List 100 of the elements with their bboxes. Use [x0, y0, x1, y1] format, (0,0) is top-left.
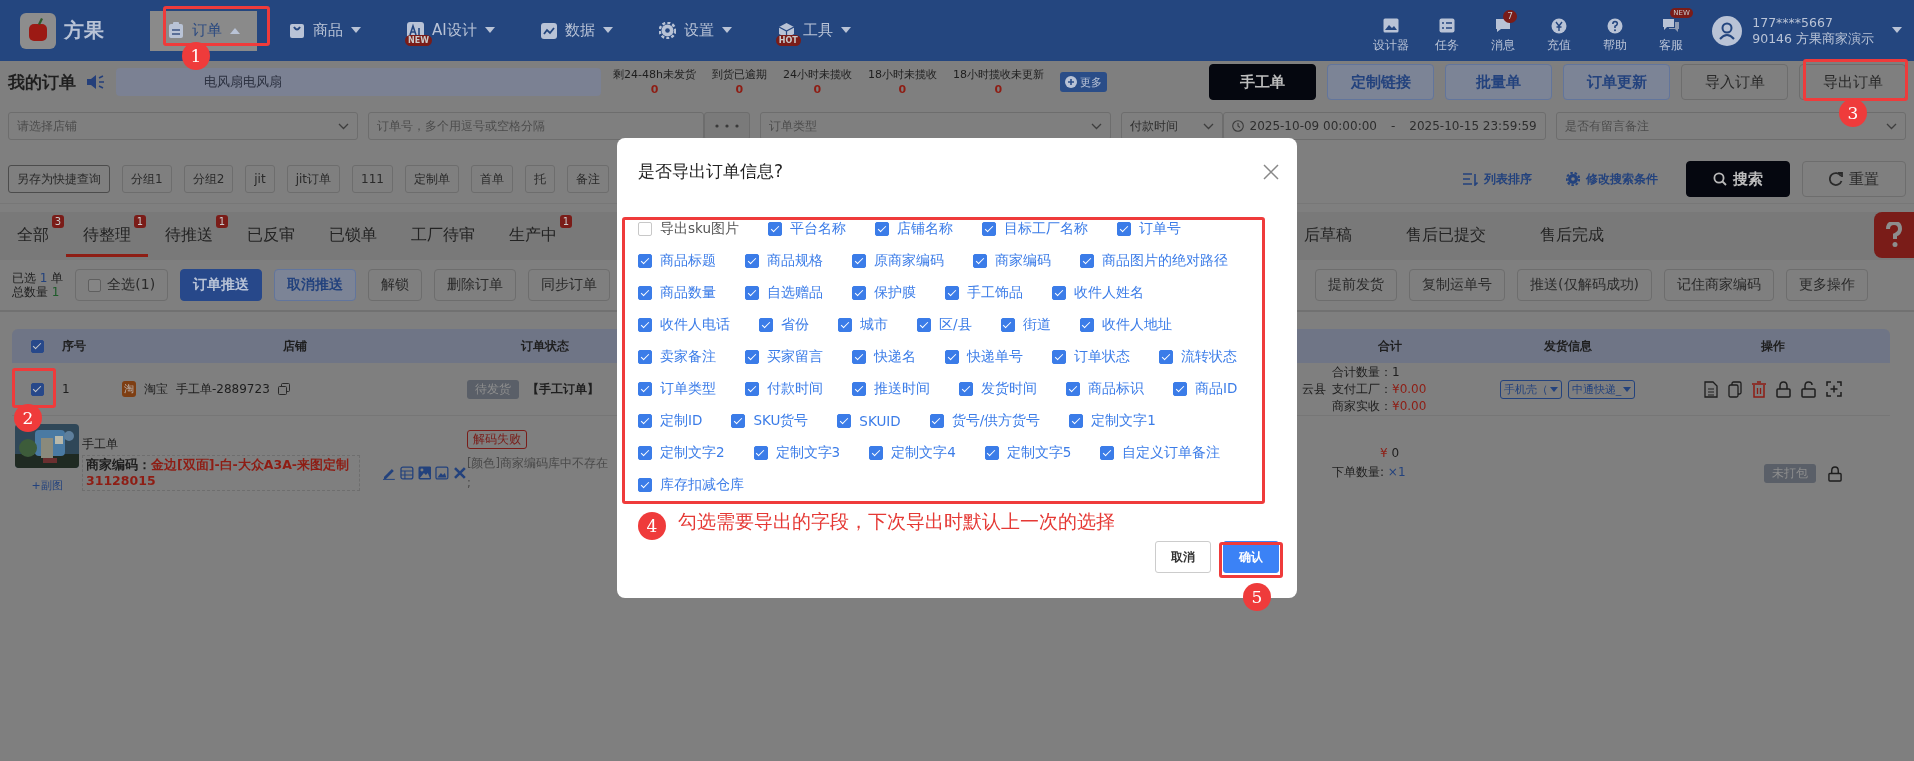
pencil-icon[interactable]: [382, 466, 396, 480]
status-tab[interactable]: 全部 3: [0, 215, 66, 257]
tools-icon[interactable]: [453, 466, 467, 480]
image-icon[interactable]: [417, 466, 432, 480]
quick-filter-tag[interactable]: 111: [352, 165, 393, 193]
select-all-rows-checkbox[interactable]: [30, 339, 44, 353]
add-sub-image-link[interactable]: +副图: [31, 478, 63, 493]
field-checkbox[interactable]: 商品规格: [745, 252, 823, 270]
field-checkbox[interactable]: 定制文字2: [638, 444, 725, 462]
field-checkbox[interactable]: 手工饰品: [945, 284, 1023, 302]
field-checkbox[interactable]: 发货时间: [959, 380, 1037, 398]
trash-icon[interactable]: [1751, 380, 1766, 398]
select-all-checkbox[interactable]: 全选(1): [75, 269, 169, 301]
field-checkbox[interactable]: 商品图片的绝对路径: [1080, 252, 1228, 270]
field-checkbox[interactable]: 目标工厂名称: [982, 220, 1088, 238]
field-checkbox[interactable]: 城市: [838, 316, 888, 334]
status-tab[interactable]: 已锁单: [312, 215, 394, 257]
field-checkbox[interactable]: 平台名称: [768, 220, 846, 238]
field-checkbox[interactable]: 商品标题: [638, 252, 716, 270]
action-button[interactable]: 更多操作: [1786, 269, 1868, 301]
save-query-button[interactable]: 另存为快捷查询: [8, 165, 110, 193]
toolbar-button[interactable]: 帮助: [1590, 7, 1641, 54]
quick-filter-tag[interactable]: 备注: [566, 165, 609, 193]
field-checkbox[interactable]: 商品标识: [1066, 380, 1144, 398]
field-checkbox[interactable]: SKU货号: [731, 412, 809, 430]
field-checkbox[interactable]: 商品ID: [1173, 380, 1238, 398]
status-tab[interactable]: 后草稿: [1294, 215, 1362, 257]
field-checkbox[interactable]: 商家编码: [973, 252, 1051, 270]
field-checkbox[interactable]: 流转状态: [1159, 348, 1237, 366]
sort-list-link[interactable]: 列表排序: [1457, 169, 1538, 189]
toolbar-button[interactable]: 任务: [1422, 7, 1473, 54]
image-icon[interactable]: [435, 466, 450, 480]
field-checkbox[interactable]: 订单类型: [638, 380, 716, 398]
edit-conditions-link[interactable]: 修改搜索条件: [1560, 169, 1664, 189]
field-checkbox[interactable]: 街道: [1000, 316, 1051, 334]
quick-filter-tag[interactable]: 分组2: [183, 165, 234, 193]
field-checkbox[interactable]: 定制文字1: [1069, 412, 1156, 430]
nav-menu-item[interactable]: HOT 工具: [763, 10, 865, 51]
caret-icon[interactable]: [1892, 27, 1902, 34]
field-checkbox[interactable]: 快递名: [852, 348, 916, 366]
lock-icon[interactable]: [1775, 380, 1791, 398]
status-tab[interactable]: 售后已提交: [1396, 215, 1496, 257]
field-checkbox[interactable]: 卖家备注: [638, 348, 716, 366]
field-checkbox[interactable]: 定制文字5: [984, 444, 1072, 462]
toolbar-button[interactable]: 设计器: [1366, 7, 1417, 54]
quick-filter-tag[interactable]: 托: [524, 165, 555, 193]
more-options-button[interactable]: [704, 112, 751, 140]
field-checkbox[interactable]: 买家留言: [745, 348, 823, 366]
status-tab[interactable]: 售后完成: [1530, 215, 1614, 257]
nav-menu-item[interactable]: 商品: [275, 10, 375, 51]
field-checkbox[interactable]: 库存扣减仓库: [638, 476, 744, 494]
status-tab[interactable]: 生产中 1: [492, 215, 574, 257]
action-button[interactable]: 取消推送: [274, 269, 357, 301]
field-checkbox[interactable]: 货号/供方货号: [929, 412, 1041, 430]
header-button[interactable]: 批量单: [1445, 64, 1552, 100]
field-checkbox[interactable]: 自定义订单备注: [1100, 444, 1221, 462]
toolbar-button[interactable]: 充值: [1534, 7, 1585, 54]
header-button[interactable]: 手工单: [1209, 64, 1316, 100]
header-button[interactable]: 订单更新: [1563, 64, 1670, 100]
field-checkbox[interactable]: 定制文字3: [753, 444, 841, 462]
document-icon[interactable]: [1703, 380, 1718, 398]
cancel-button[interactable]: 取消: [1155, 541, 1211, 573]
status-tab[interactable]: 工厂待审: [394, 215, 492, 257]
row-checkbox[interactable]: [30, 382, 44, 396]
field-checkbox[interactable]: 付款时间: [745, 380, 823, 398]
field-checkbox[interactable]: 收件人电话: [638, 316, 730, 334]
shipping-select[interactable]: 手机壳（: [1499, 379, 1562, 399]
nav-menu-item[interactable]: 设置: [644, 10, 746, 51]
field-checkbox[interactable]: 省份: [759, 316, 809, 334]
close-icon[interactable]: [1263, 163, 1279, 180]
action-button[interactable]: 删除订单: [434, 269, 517, 301]
status-tab[interactable]: 待推送 1: [148, 215, 230, 257]
field-checkbox[interactable]: SKUID: [837, 413, 901, 429]
copy-icon[interactable]: [277, 383, 290, 395]
field-checkbox[interactable]: 收件人地址: [1079, 316, 1172, 334]
quick-filter-tag[interactable]: 首单: [470, 165, 513, 193]
quick-filter-tag[interactable]: 分组1: [122, 165, 172, 193]
table-icon[interactable]: [399, 466, 414, 480]
action-button[interactable]: 订单推送: [180, 269, 263, 301]
unlock-icon[interactable]: [1800, 380, 1816, 398]
action-button[interactable]: 复制运单号: [1409, 269, 1506, 301]
field-checkbox[interactable]: 快递单号: [945, 348, 1023, 366]
status-tab[interactable]: 待整理 1: [66, 215, 148, 257]
lock-icon[interactable]: [1827, 465, 1842, 482]
action-button[interactable]: 提前发货: [1315, 269, 1398, 301]
field-checkbox[interactable]: 店铺名称: [875, 220, 953, 238]
toolbar-button[interactable]: 7 消息: [1478, 7, 1529, 54]
field-checkbox[interactable]: 原商家编码: [852, 252, 944, 270]
more-button[interactable]: 更多: [1059, 72, 1107, 92]
action-button[interactable]: 记住商家编码: [1664, 269, 1774, 301]
action-button[interactable]: 同步订单: [528, 269, 611, 301]
field-checkbox[interactable]: 区/县: [917, 316, 972, 334]
help-button[interactable]: [1874, 212, 1914, 258]
confirm-button[interactable]: 确认: [1223, 541, 1279, 573]
quick-filter-tag[interactable]: jit订单: [286, 165, 341, 193]
field-checkbox[interactable]: 商品数量: [638, 284, 716, 302]
field-checkbox[interactable]: 自选赠品: [745, 284, 823, 302]
reset-button[interactable]: 重置: [1802, 161, 1906, 197]
nav-menu-item[interactable]: NEW AI设计: [393, 10, 509, 51]
field-checkbox[interactable]: 收件人姓名: [1052, 284, 1144, 302]
